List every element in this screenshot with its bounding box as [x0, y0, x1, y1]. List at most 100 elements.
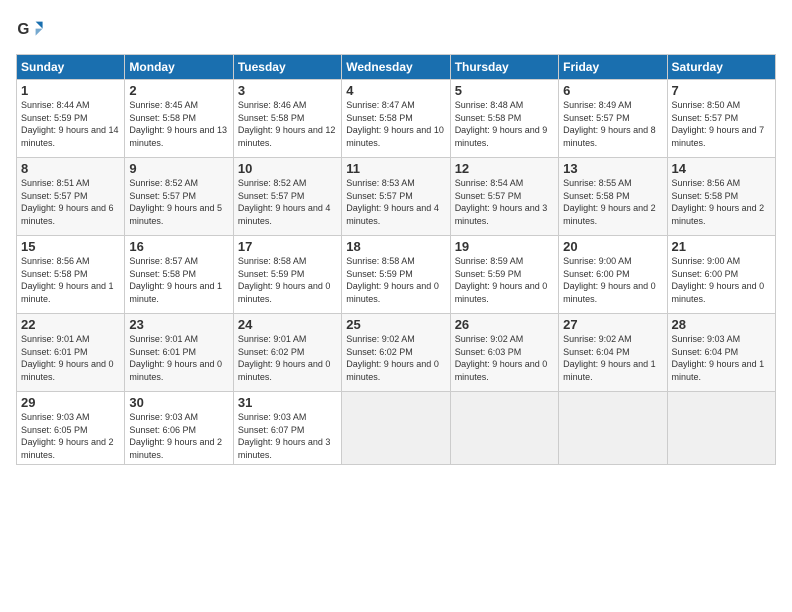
- day-number: 16: [129, 239, 228, 254]
- cell-info: Sunrise: 8:55 AMSunset: 5:58 PMDaylight:…: [563, 178, 656, 226]
- weekday-header: Monday: [125, 55, 233, 80]
- cell-info: Sunrise: 8:47 AMSunset: 5:58 PMDaylight:…: [346, 100, 444, 148]
- calendar-cell: 31 Sunrise: 9:03 AMSunset: 6:07 PMDaylig…: [233, 392, 341, 465]
- cell-info: Sunrise: 9:00 AMSunset: 6:00 PMDaylight:…: [563, 256, 656, 304]
- day-number: 29: [21, 395, 120, 410]
- day-number: 20: [563, 239, 662, 254]
- calendar-cell: 21 Sunrise: 9:00 AMSunset: 6:00 PMDaylig…: [667, 236, 775, 314]
- day-number: 28: [672, 317, 771, 332]
- cell-info: Sunrise: 8:53 AMSunset: 5:57 PMDaylight:…: [346, 178, 439, 226]
- calendar-cell: 9 Sunrise: 8:52 AMSunset: 5:57 PMDayligh…: [125, 158, 233, 236]
- calendar-cell: 10 Sunrise: 8:52 AMSunset: 5:57 PMDaylig…: [233, 158, 341, 236]
- calendar-body: 1 Sunrise: 8:44 AMSunset: 5:59 PMDayligh…: [17, 80, 776, 465]
- cell-info: Sunrise: 9:03 AMSunset: 6:04 PMDaylight:…: [672, 334, 765, 382]
- weekday-header: Wednesday: [342, 55, 450, 80]
- page-container: G SundayMondayTuesdayWednesdayThursdayFr…: [0, 0, 792, 612]
- weekday-header: Saturday: [667, 55, 775, 80]
- calendar-cell: 25 Sunrise: 9:02 AMSunset: 6:02 PMDaylig…: [342, 314, 450, 392]
- day-number: 3: [238, 83, 337, 98]
- day-number: 8: [21, 161, 120, 176]
- day-number: 12: [455, 161, 554, 176]
- cell-info: Sunrise: 8:59 AMSunset: 5:59 PMDaylight:…: [455, 256, 548, 304]
- cell-info: Sunrise: 8:51 AMSunset: 5:57 PMDaylight:…: [21, 178, 114, 226]
- weekday-header: Thursday: [450, 55, 558, 80]
- logo-icon: G: [16, 16, 44, 44]
- calendar-cell: [559, 392, 667, 465]
- calendar-cell: 16 Sunrise: 8:57 AMSunset: 5:58 PMDaylig…: [125, 236, 233, 314]
- day-number: 27: [563, 317, 662, 332]
- calendar-cell: 6 Sunrise: 8:49 AMSunset: 5:57 PMDayligh…: [559, 80, 667, 158]
- calendar-cell: 26 Sunrise: 9:02 AMSunset: 6:03 PMDaylig…: [450, 314, 558, 392]
- calendar-cell: 13 Sunrise: 8:55 AMSunset: 5:58 PMDaylig…: [559, 158, 667, 236]
- calendar-cell: 8 Sunrise: 8:51 AMSunset: 5:57 PMDayligh…: [17, 158, 125, 236]
- cell-info: Sunrise: 8:45 AMSunset: 5:58 PMDaylight:…: [129, 100, 227, 148]
- calendar-cell: 23 Sunrise: 9:01 AMSunset: 6:01 PMDaylig…: [125, 314, 233, 392]
- cell-info: Sunrise: 8:57 AMSunset: 5:58 PMDaylight:…: [129, 256, 222, 304]
- calendar-cell: 15 Sunrise: 8:56 AMSunset: 5:58 PMDaylig…: [17, 236, 125, 314]
- cell-info: Sunrise: 8:58 AMSunset: 5:59 PMDaylight:…: [346, 256, 439, 304]
- calendar-cell: 19 Sunrise: 8:59 AMSunset: 5:59 PMDaylig…: [450, 236, 558, 314]
- weekday-header: Friday: [559, 55, 667, 80]
- svg-text:G: G: [17, 21, 29, 38]
- day-number: 26: [455, 317, 554, 332]
- day-number: 17: [238, 239, 337, 254]
- weekday-row: SundayMondayTuesdayWednesdayThursdayFrid…: [17, 55, 776, 80]
- cell-info: Sunrise: 9:03 AMSunset: 6:05 PMDaylight:…: [21, 412, 114, 460]
- calendar-cell: 17 Sunrise: 8:58 AMSunset: 5:59 PMDaylig…: [233, 236, 341, 314]
- calendar-cell: 3 Sunrise: 8:46 AMSunset: 5:58 PMDayligh…: [233, 80, 341, 158]
- calendar-cell: 1 Sunrise: 8:44 AMSunset: 5:59 PMDayligh…: [17, 80, 125, 158]
- day-number: 2: [129, 83, 228, 98]
- cell-info: Sunrise: 8:48 AMSunset: 5:58 PMDaylight:…: [455, 100, 548, 148]
- weekday-header: Tuesday: [233, 55, 341, 80]
- day-number: 10: [238, 161, 337, 176]
- cell-info: Sunrise: 9:02 AMSunset: 6:02 PMDaylight:…: [346, 334, 439, 382]
- cell-info: Sunrise: 8:52 AMSunset: 5:57 PMDaylight:…: [238, 178, 331, 226]
- calendar-cell: 18 Sunrise: 8:58 AMSunset: 5:59 PMDaylig…: [342, 236, 450, 314]
- day-number: 24: [238, 317, 337, 332]
- cell-info: Sunrise: 9:00 AMSunset: 6:00 PMDaylight:…: [672, 256, 765, 304]
- cell-info: Sunrise: 9:02 AMSunset: 6:04 PMDaylight:…: [563, 334, 656, 382]
- calendar-cell: [667, 392, 775, 465]
- day-number: 6: [563, 83, 662, 98]
- day-number: 30: [129, 395, 228, 410]
- day-number: 31: [238, 395, 337, 410]
- cell-info: Sunrise: 8:50 AMSunset: 5:57 PMDaylight:…: [672, 100, 765, 148]
- cell-info: Sunrise: 8:52 AMSunset: 5:57 PMDaylight:…: [129, 178, 222, 226]
- day-number: 18: [346, 239, 445, 254]
- day-number: 21: [672, 239, 771, 254]
- day-number: 1: [21, 83, 120, 98]
- cell-info: Sunrise: 9:01 AMSunset: 6:02 PMDaylight:…: [238, 334, 331, 382]
- calendar-cell: 30 Sunrise: 9:03 AMSunset: 6:06 PMDaylig…: [125, 392, 233, 465]
- day-number: 14: [672, 161, 771, 176]
- calendar-cell: 20 Sunrise: 9:00 AMSunset: 6:00 PMDaylig…: [559, 236, 667, 314]
- cell-info: Sunrise: 9:01 AMSunset: 6:01 PMDaylight:…: [129, 334, 222, 382]
- day-number: 13: [563, 161, 662, 176]
- calendar-cell: 12 Sunrise: 8:54 AMSunset: 5:57 PMDaylig…: [450, 158, 558, 236]
- cell-info: Sunrise: 8:58 AMSunset: 5:59 PMDaylight:…: [238, 256, 331, 304]
- day-number: 25: [346, 317, 445, 332]
- calendar-cell: 2 Sunrise: 8:45 AMSunset: 5:58 PMDayligh…: [125, 80, 233, 158]
- page-header: G: [16, 16, 776, 44]
- calendar-cell: 29 Sunrise: 9:03 AMSunset: 6:05 PMDaylig…: [17, 392, 125, 465]
- calendar-cell: 14 Sunrise: 8:56 AMSunset: 5:58 PMDaylig…: [667, 158, 775, 236]
- cell-info: Sunrise: 8:56 AMSunset: 5:58 PMDaylight:…: [21, 256, 114, 304]
- cell-info: Sunrise: 8:56 AMSunset: 5:58 PMDaylight:…: [672, 178, 765, 226]
- cell-info: Sunrise: 9:02 AMSunset: 6:03 PMDaylight:…: [455, 334, 548, 382]
- cell-info: Sunrise: 8:49 AMSunset: 5:57 PMDaylight:…: [563, 100, 656, 148]
- day-number: 19: [455, 239, 554, 254]
- day-number: 23: [129, 317, 228, 332]
- calendar-cell: 24 Sunrise: 9:01 AMSunset: 6:02 PMDaylig…: [233, 314, 341, 392]
- day-number: 5: [455, 83, 554, 98]
- calendar-cell: 7 Sunrise: 8:50 AMSunset: 5:57 PMDayligh…: [667, 80, 775, 158]
- logo: G: [16, 16, 48, 44]
- day-number: 22: [21, 317, 120, 332]
- calendar-header: SundayMondayTuesdayWednesdayThursdayFrid…: [17, 55, 776, 80]
- cell-info: Sunrise: 8:46 AMSunset: 5:58 PMDaylight:…: [238, 100, 336, 148]
- calendar-cell: 5 Sunrise: 8:48 AMSunset: 5:58 PMDayligh…: [450, 80, 558, 158]
- calendar-table: SundayMondayTuesdayWednesdayThursdayFrid…: [16, 54, 776, 465]
- day-number: 7: [672, 83, 771, 98]
- day-number: 15: [21, 239, 120, 254]
- cell-info: Sunrise: 9:01 AMSunset: 6:01 PMDaylight:…: [21, 334, 114, 382]
- calendar-cell: 4 Sunrise: 8:47 AMSunset: 5:58 PMDayligh…: [342, 80, 450, 158]
- cell-info: Sunrise: 8:44 AMSunset: 5:59 PMDaylight:…: [21, 100, 119, 148]
